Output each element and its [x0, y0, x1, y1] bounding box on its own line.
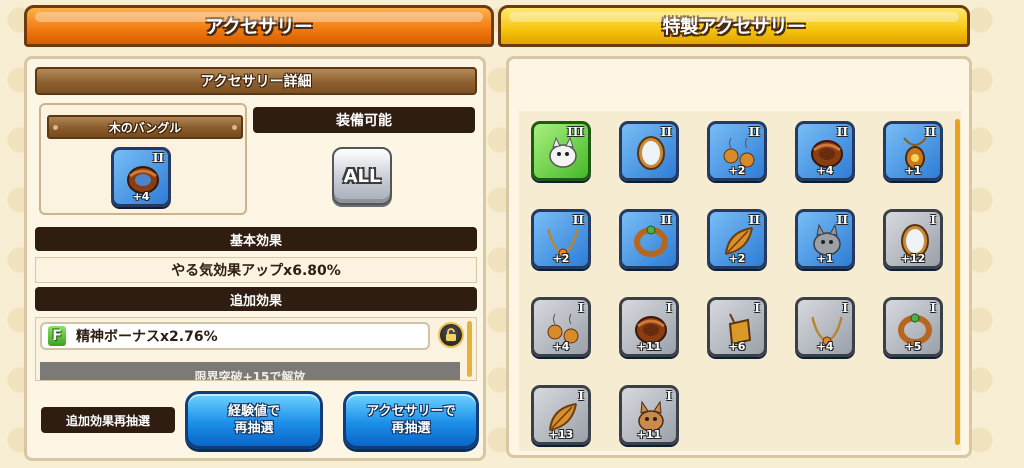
equip-header: 装備可能 — [253, 107, 475, 133]
accessory-slot[interactable]: II +1 — [883, 121, 943, 181]
accessory-plus-level: +5 — [904, 340, 922, 353]
mirror-icon — [637, 136, 665, 170]
accessory-grade: I — [930, 213, 936, 227]
accessory-grade: II — [836, 125, 848, 139]
accessory-grade: I — [578, 301, 584, 315]
reroll-acc-line1: アクセサリーで — [366, 404, 456, 419]
extra-effect-value: 精神ボーナスx2.76% — [76, 329, 218, 345]
inventory-scrollbar[interactable] — [955, 119, 960, 445]
accessory-grid: III II II +2 II +4 II +1 II +2 II II +2 II +1 I +12 I +4 I +… — [519, 111, 961, 451]
accessory-slot[interactable]: I +5 — [883, 297, 943, 357]
accessory-plus-level: +4 — [816, 340, 834, 353]
base-effect-value: やる気効果アップx6.80% — [35, 257, 477, 283]
accessory-slot[interactable]: I +4 — [531, 297, 591, 357]
accessory-grade: II — [660, 125, 672, 139]
accessory-slot[interactable]: I +11 — [619, 385, 679, 445]
accessory-slot[interactable]: II — [619, 209, 679, 269]
tab-special-accessory[interactable]: 特製アクセサリー — [498, 5, 970, 47]
extra-effect-row[interactable]: F 精神ボーナスx2.76% — [40, 322, 430, 350]
accessory-slot[interactable]: II +2 — [707, 209, 767, 269]
accessory-grade: II — [748, 213, 760, 227]
selected-item-name: 木のバングル — [47, 115, 243, 139]
unlock-icon — [446, 328, 456, 341]
lock-toggle-button[interactable] — [438, 322, 464, 348]
rank-badge: F — [48, 326, 66, 346]
accessory-grade: I — [578, 389, 584, 403]
accessory-grade: I — [666, 389, 672, 403]
base-effect-header: 基本効果 — [35, 227, 477, 251]
accessory-slot[interactable]: I +6 — [707, 297, 767, 357]
accessory-grade: II — [660, 213, 672, 227]
accessory-plus-level: +6 — [728, 340, 746, 353]
accessory-detail-panel: アクセサリー詳細 木のバングル II +4 装備可能 ALL 基本効果 やる気効… — [24, 56, 486, 461]
accessory-plus-level: +2 — [728, 252, 746, 265]
accessory-slot[interactable]: I +4 — [795, 297, 855, 357]
accessory-plus-level: +2 — [552, 252, 570, 265]
reroll-label: 追加効果再抽選 — [41, 407, 175, 433]
extra-effect-list[interactable]: F 精神ボーナスx2.76% 限界突破+15で解放 — [35, 317, 477, 381]
accessory-grade: I — [930, 301, 936, 315]
accessory-plus-level: +2 — [728, 164, 746, 177]
accessory-plus-level: +4 — [552, 340, 570, 353]
accessory-grade: I — [842, 301, 848, 315]
extra-effect-scrollbar[interactable] — [467, 321, 472, 377]
accessory-slot[interactable]: II +4 — [795, 121, 855, 181]
accessory-grade: II — [924, 125, 936, 139]
equip-all-badge: ALL — [332, 147, 392, 205]
accessory-plus-level: +11 — [636, 428, 662, 441]
ring-icon — [634, 225, 668, 257]
accessory-grade: II — [836, 213, 848, 227]
accessory-plus-level: +11 — [636, 340, 662, 353]
reroll-with-accessory-button[interactable]: アクセサリーで 再抽選 — [343, 391, 479, 449]
accessory-plus-level: +1 — [904, 164, 922, 177]
reroll-acc-line2: 再抽選 — [391, 421, 431, 436]
detail-header: アクセサリー詳細 — [35, 67, 477, 95]
reroll-exp-line1: 経験値で — [227, 404, 280, 419]
selected-item-icon: II +4 — [111, 147, 171, 207]
accessory-slot[interactable]: II +2 — [707, 121, 767, 181]
accessory-slot[interactable]: II +2 — [531, 209, 591, 269]
accessory-grade: II — [572, 213, 584, 227]
reroll-exp-line2: 再抽選 — [234, 421, 274, 436]
accessory-slot[interactable]: II — [619, 121, 679, 181]
accessory-grade: III — [567, 125, 584, 139]
locked-slot-text: 限界突破+15で解放 — [40, 362, 460, 380]
accessory-grade: II — [748, 125, 760, 139]
extra-effect-header: 追加効果 — [35, 287, 477, 311]
selected-item-box: 木のバングル II +4 — [39, 103, 247, 215]
accessory-grade: I — [666, 301, 672, 315]
accessory-plus-level: +12 — [900, 252, 926, 265]
accessory-slot[interactable]: I +12 — [883, 209, 943, 269]
wolf-pup-icon — [549, 136, 577, 168]
accessory-slot[interactable]: I +13 — [531, 385, 591, 445]
accessory-grade: I — [754, 301, 760, 315]
accessory-slot[interactable]: II +1 — [795, 209, 855, 269]
accessory-plus-level: +13 — [548, 428, 574, 441]
accessory-slot[interactable]: I +11 — [619, 297, 679, 357]
accessory-slot[interactable]: III — [531, 121, 591, 181]
accessory-inventory-panel: III II II +2 II +4 II +1 II +2 II II +2 II +1 I +12 I +4 I +… — [506, 56, 972, 458]
reroll-with-exp-button[interactable]: 経験値で 再抽選 — [185, 391, 323, 449]
tab-accessory-label: アクセサリー — [205, 17, 313, 38]
accessory-plus-level: +1 — [816, 252, 834, 265]
tab-special-accessory-label: 特製アクセサリー — [662, 17, 806, 38]
accessory-plus-level: +4 — [816, 164, 834, 177]
selected-item-grade: II — [152, 151, 164, 165]
tab-accessory[interactable]: アクセサリー — [24, 5, 494, 47]
selected-item-plus: +4 — [132, 190, 150, 203]
